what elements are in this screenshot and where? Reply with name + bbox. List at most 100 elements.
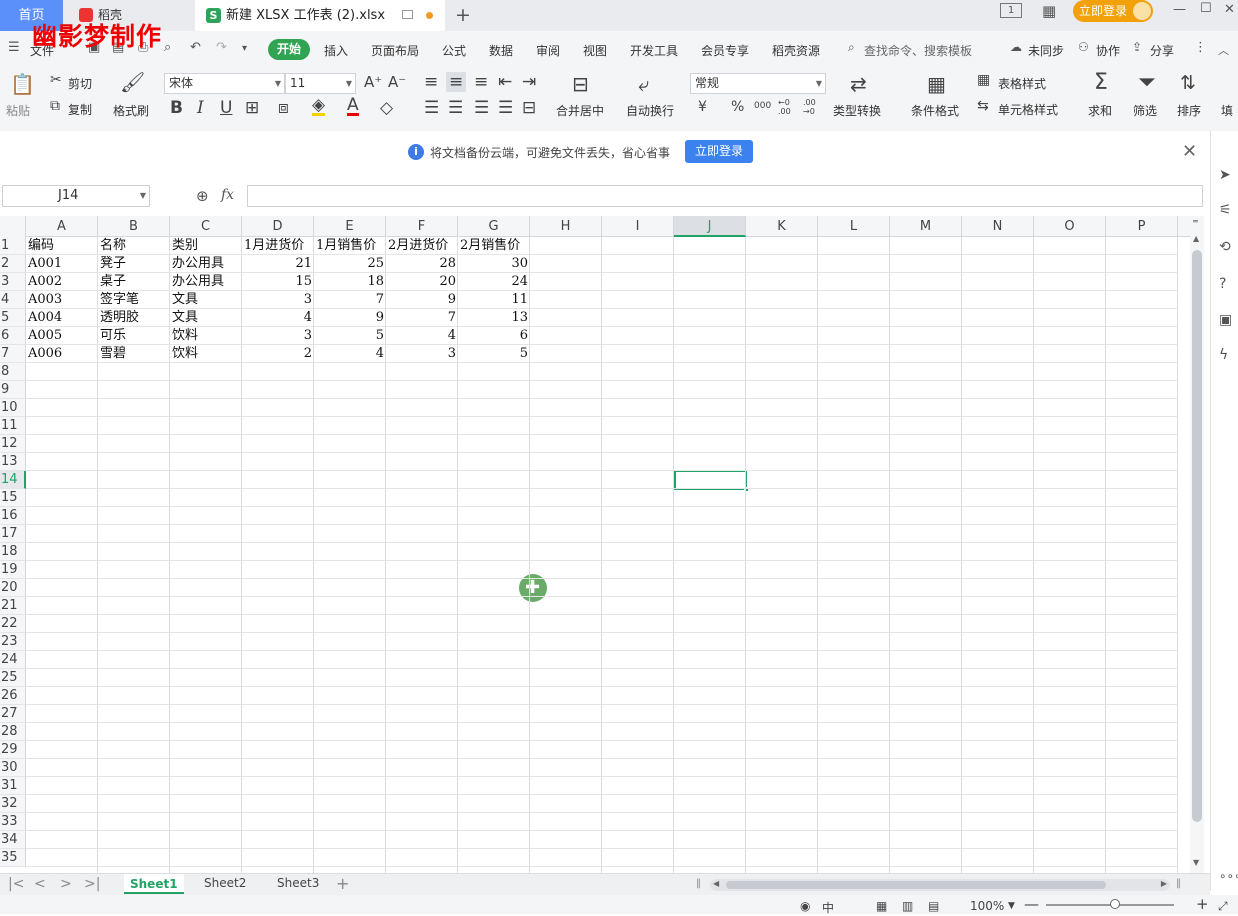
row-header-10[interactable]: 10 [0, 399, 26, 417]
normal-view-icon[interactable]: ▦ [876, 899, 887, 913]
first-sheet-icon[interactable]: |< [8, 876, 24, 892]
row-header-9[interactable]: 9 [0, 381, 26, 399]
vertical-scroll-thumb[interactable] [1192, 250, 1202, 822]
menu-start[interactable]: 开始 [268, 39, 310, 60]
zoom-slider-knob[interactable] [1110, 899, 1120, 909]
table-header-cell[interactable]: 1月进货价 [242, 237, 314, 255]
table-cell[interactable]: 15 [242, 273, 314, 291]
table-header-cell[interactable]: 1月销售价 [314, 237, 386, 255]
sheet-tab-2[interactable]: Sheet2 [204, 876, 246, 890]
decrease-font-icon[interactable]: A⁻ [388, 73, 406, 91]
row-header-20[interactable]: 20 [0, 579, 26, 597]
print-preview-icon[interactable]: ⌕ [164, 40, 171, 55]
tab-preview-icon[interactable] [402, 10, 413, 19]
table-cell[interactable]: 4 [386, 327, 458, 345]
name-box[interactable]: J14 ▼ [2, 185, 150, 207]
font-name-select[interactable]: 宋体 ▼ [164, 73, 285, 94]
italic-button[interactable]: I [197, 98, 204, 118]
row-header-8[interactable]: 8 [0, 363, 26, 381]
table-cell[interactable]: A006 [26, 345, 98, 363]
prev-sheet-icon[interactable]: < [34, 876, 46, 892]
table-cell[interactable]: A003 [26, 291, 98, 309]
fill-color-icon[interactable]: ◈ [312, 97, 326, 116]
menu-data[interactable]: 数据 [489, 42, 513, 59]
selected-cell-j14[interactable] [674, 470, 749, 492]
paste-button[interactable]: 粘贴 [6, 102, 30, 119]
fullscreen-icon[interactable]: ⤢ [1218, 899, 1228, 914]
align-top-icon[interactable]: ≡ [424, 72, 438, 92]
table-cell[interactable]: 4 [242, 309, 314, 327]
page-break-view-icon[interactable]: ▥ [902, 899, 913, 913]
close-icon[interactable]: ✕ [1182, 141, 1197, 162]
row-header-25[interactable]: 25 [0, 669, 26, 687]
sheet-tab-3[interactable]: Sheet3 [277, 876, 319, 890]
row-header-17[interactable]: 17 [0, 525, 26, 543]
table-cell[interactable]: 7 [386, 309, 458, 327]
row-header-3[interactable]: 3 [0, 273, 26, 291]
row-header-19[interactable]: 19 [0, 561, 26, 579]
table-cell[interactable]: 饮料 [170, 345, 242, 363]
page-layout-view-icon[interactable]: ▤ [928, 899, 939, 913]
eye-protect-icon[interactable]: ◉ [800, 899, 810, 913]
table-cell[interactable]: 21 [242, 255, 314, 273]
thousands-button[interactable]: 000 [754, 101, 771, 111]
align-center-icon[interactable]: ☰ [448, 98, 463, 118]
menu-developer[interactable]: 开发工具 [630, 42, 678, 59]
row-header-12[interactable]: 12 [0, 435, 26, 453]
auto-wrap-button[interactable]: 自动换行 [626, 102, 674, 119]
help-icon[interactable]: ? [1219, 276, 1226, 292]
copy-button[interactable]: 复制 [68, 101, 92, 118]
table-cell[interactable]: 4 [314, 345, 386, 363]
table-cell[interactable]: 可乐 [98, 327, 170, 345]
select-cursor-icon[interactable]: ➤ [1219, 167, 1231, 183]
increase-font-icon[interactable]: A⁺ [364, 73, 382, 91]
merge-center-button[interactable]: 合并居中 [556, 102, 604, 119]
row-header-22[interactable]: 22 [0, 615, 26, 633]
scroll-down-icon[interactable]: ▼ [1193, 858, 1199, 867]
table-header-cell[interactable]: 2月销售价 [458, 237, 530, 255]
row-header-23[interactable]: 23 [0, 633, 26, 651]
currency-button[interactable]: ¥ [698, 99, 707, 115]
row-header-30[interactable]: 30 [0, 759, 26, 777]
column-header-b[interactable]: B [98, 216, 170, 237]
adjust-icon[interactable]: ⚟ [1219, 202, 1232, 218]
row-header-21[interactable]: 21 [0, 597, 26, 615]
lightning-icon[interactable]: ϟ [1219, 347, 1228, 363]
transform-icon[interactable]: ⟲ [1219, 239, 1231, 255]
row-header-14[interactable]: 14 [0, 471, 26, 489]
table-cell[interactable]: 办公用具 [170, 273, 242, 291]
column-header-h[interactable]: H [530, 216, 602, 237]
column-header-i[interactable]: I [602, 216, 674, 237]
table-cell[interactable]: 桌子 [98, 273, 170, 291]
row-header-18[interactable]: 18 [0, 543, 26, 561]
table-cell[interactable]: 28 [386, 255, 458, 273]
table-cell[interactable]: 25 [314, 255, 386, 273]
distributed-icon[interactable]: ⊟ [522, 98, 536, 118]
next-sheet-icon[interactable]: > [60, 876, 72, 892]
align-middle-icon[interactable]: ≡ [446, 72, 467, 92]
zoom-out-button[interactable]: — [1024, 895, 1039, 913]
share-button[interactable]: 分享 [1150, 42, 1174, 59]
table-cell[interactable]: 24 [458, 273, 530, 291]
split-handle-icon[interactable]: ‖ [696, 878, 701, 889]
menu-member[interactable]: 会员专享 [701, 42, 749, 59]
table-cell[interactable]: A005 [26, 327, 98, 345]
underline-button[interactable]: U [220, 98, 232, 118]
row-header-4[interactable]: 4 [0, 291, 26, 309]
menu-view[interactable]: 视图 [583, 42, 607, 59]
table-cell[interactable]: 饮料 [170, 327, 242, 345]
row-header-16[interactable]: 16 [0, 507, 26, 525]
fill-pattern-icon[interactable]: ⧈ [278, 98, 289, 118]
table-cell[interactable]: 3 [386, 345, 458, 363]
zoom-level[interactable]: 100% [970, 899, 1004, 913]
split-handle-right-icon[interactable]: ‖ [1176, 878, 1181, 889]
bold-button[interactable]: B [170, 98, 183, 118]
row-header-27[interactable]: 27 [0, 705, 26, 723]
image-icon[interactable]: ▣ [1219, 312, 1232, 328]
sum-button[interactable]: 求和 [1088, 102, 1112, 119]
row-header-1[interactable]: 1 [0, 237, 26, 255]
row-header-31[interactable]: 31 [0, 777, 26, 795]
more-icon[interactable]: ⋮ [1194, 40, 1207, 55]
scroll-up-icon[interactable]: ▲ [1193, 234, 1199, 243]
row-header-34[interactable]: 34 [0, 831, 26, 849]
